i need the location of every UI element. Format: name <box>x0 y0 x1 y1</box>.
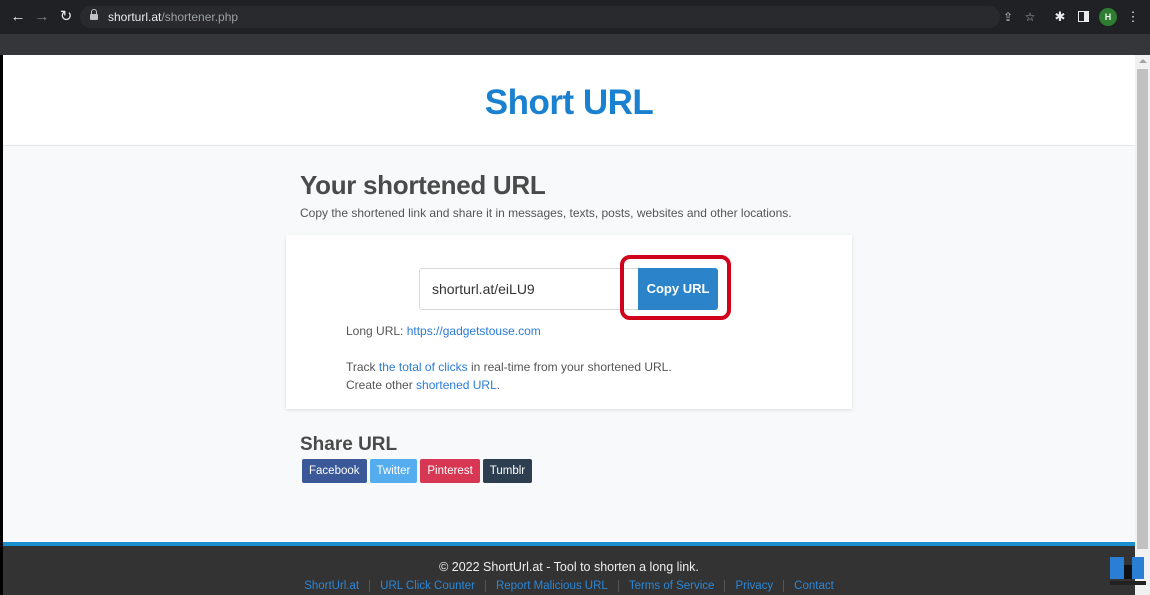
total-clicks-link[interactable]: the total of clicks <box>379 360 468 374</box>
page-scrollbar[interactable] <box>1135 55 1150 595</box>
reload-icon: ↻ <box>59 8 73 25</box>
footer-link-report[interactable]: Report Malicious URL <box>486 580 619 592</box>
site-footer: © 2022 ShortUrl.at - Tool to shorten a l… <box>3 542 1135 595</box>
copy-url-button[interactable]: Copy URL <box>638 268 718 310</box>
short-url-field[interactable]: shorturl.at/eiLU9 <box>419 268 639 310</box>
site-header: Short URL <box>3 55 1135 146</box>
scroll-thumb[interactable] <box>1137 69 1148 549</box>
create-prefix: Create other <box>346 378 417 392</box>
share-pinterest-button[interactable]: Pinterest <box>420 459 480 483</box>
shortened-url-card: shorturl.at/eiLU9 Copy URL Long URL: htt… <box>286 235 852 409</box>
back-arrow-icon: ← <box>10 8 26 25</box>
page-description: Copy the shortened link and share it in … <box>300 206 792 220</box>
forward-button[interactable]: → <box>32 7 52 27</box>
site-title[interactable]: Short URL <box>3 83 1135 123</box>
forward-arrow-icon: → <box>34 8 50 25</box>
share-twitter-button[interactable]: Twitter <box>369 459 418 483</box>
share-heading: Share URL <box>300 434 398 455</box>
watermark-logo-icon <box>1110 557 1146 585</box>
share-buttons: Facebook Twitter Pinterest Tumblr <box>302 459 533 483</box>
scroll-up-arrow-icon[interactable] <box>1139 59 1147 63</box>
browser-chrome: ← → ↻ shorturl.at/shortener.php ⇪ ☆ ✱ H … <box>0 0 1150 55</box>
bookmark-star-icon[interactable]: ☆ <box>1022 9 1038 25</box>
track-clicks-line: Track the total of clicks in real-time f… <box>346 360 672 374</box>
address-url[interactable]: shorturl.at/shortener.php <box>108 9 238 25</box>
address-bar[interactable]: shorturl.at/shortener.php ⇪ ☆ <box>80 6 1035 28</box>
extensions-icon[interactable]: ✱ <box>1051 8 1069 26</box>
reload-button[interactable]: ↻ <box>56 7 76 27</box>
share-page-icon[interactable]: ⇪ <box>1000 9 1016 25</box>
footer-link-contact[interactable]: Contact <box>784 580 844 592</box>
side-panel-icon[interactable] <box>1078 11 1089 22</box>
share-tumblr-button[interactable]: Tumblr <box>482 459 533 483</box>
track-suffix: in real-time from your shortened URL. <box>467 360 672 374</box>
profile-avatar[interactable]: H <box>1099 8 1117 26</box>
back-button[interactable]: ← <box>8 7 28 27</box>
footer-link-home[interactable]: ShortUrl.at <box>294 580 371 592</box>
footer-link-click-counter[interactable]: URL Click Counter <box>370 580 486 592</box>
create-suffix: . <box>496 378 501 392</box>
footer-link-privacy[interactable]: Privacy <box>725 580 785 592</box>
footer-links: ShortUrl.at URL Click Counter Report Mal… <box>3 580 1135 592</box>
lock-icon <box>90 9 98 21</box>
create-other-line: Create other shortened URL. <box>346 378 500 392</box>
track-prefix: Track <box>346 360 379 374</box>
long-url-label: Long URL: <box>346 324 407 338</box>
page-heading: Your shortened URL <box>300 170 546 200</box>
page-viewport: Short URL Your shortened URL Copy the sh… <box>3 55 1135 595</box>
shortened-url-link[interactable]: shortened URL <box>416 378 497 392</box>
long-url-link[interactable]: https://gadgetstouse.com <box>407 324 541 338</box>
footer-link-terms[interactable]: Terms of Service <box>619 580 726 592</box>
browser-menu-icon[interactable]: ⋮ <box>1124 8 1142 26</box>
long-url-line: Long URL: https://gadgetstouse.com <box>346 324 541 338</box>
footer-copyright: © 2022 ShortUrl.at - Tool to shorten a l… <box>439 560 699 574</box>
url-path: /shortener.php <box>161 10 239 24</box>
share-facebook-button[interactable]: Facebook <box>302 459 367 483</box>
url-host: shorturl.at <box>108 10 162 24</box>
